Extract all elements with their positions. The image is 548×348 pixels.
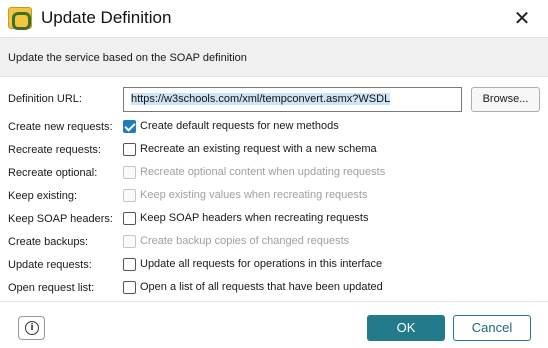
option-recreate-optional: Recreate optional content when updating … bbox=[123, 164, 385, 180]
option-text: Keep SOAP headers when recreating reques… bbox=[140, 212, 369, 224]
help-button[interactable]: i bbox=[18, 316, 45, 340]
option-create-backups: Create backup copies of changed requests bbox=[123, 233, 349, 249]
definition-url-label: Definition URL: bbox=[8, 93, 82, 105]
banner-text: Update the service based on the SOAP def… bbox=[8, 52, 247, 64]
info-icon: i bbox=[25, 321, 39, 335]
option-label-keep-soap-headers: Keep SOAP headers: bbox=[8, 213, 113, 225]
option-open-request-list[interactable]: Open a list of all requests that have be… bbox=[123, 279, 383, 295]
checkbox[interactable] bbox=[123, 211, 136, 225]
option-label-open-request-list: Open request list: bbox=[8, 282, 95, 294]
option-keep-existing: Keep existing values when recreating req… bbox=[123, 187, 367, 203]
definition-url-value: https://w3schools.com/xml/tempconvert.as… bbox=[131, 93, 391, 105]
option-recreate-requests[interactable]: Recreate an existing request with a new … bbox=[123, 141, 377, 157]
description-banner: Update the service based on the SOAP def… bbox=[0, 37, 548, 77]
soapui-logo-icon bbox=[8, 7, 32, 30]
option-keep-soap-headers[interactable]: Keep SOAP headers when recreating reques… bbox=[123, 210, 369, 226]
checkbox bbox=[123, 234, 136, 248]
option-text: Open a list of all requests that have be… bbox=[140, 281, 383, 293]
option-label-recreate: Recreate requests: bbox=[8, 144, 101, 156]
option-text: Recreate an existing request with a new … bbox=[140, 143, 377, 155]
option-label-recreate-optional: Recreate optional: bbox=[8, 167, 98, 179]
option-text: Create backup copies of changed requests bbox=[140, 235, 350, 247]
title-bar: Update Definition ✕ bbox=[0, 0, 548, 37]
option-text: Update all requests for operations in th… bbox=[140, 258, 383, 270]
option-label-create-new: Create new requests: bbox=[8, 121, 113, 133]
checkbox[interactable] bbox=[123, 142, 136, 156]
checkbox[interactable] bbox=[123, 257, 136, 271]
option-text: Create default requests for new methods bbox=[140, 120, 339, 132]
cancel-button[interactable]: Cancel bbox=[453, 315, 531, 341]
option-text: Keep existing values when recreating req… bbox=[140, 189, 368, 201]
browse-button[interactable]: Browse... bbox=[471, 87, 540, 112]
option-create-new-requests[interactable]: Create default requests for new methods bbox=[123, 118, 339, 134]
option-label-keep-existing: Keep existing: bbox=[8, 190, 78, 202]
checkbox bbox=[123, 188, 136, 202]
checkbox bbox=[123, 165, 136, 179]
ok-button[interactable]: OK bbox=[367, 315, 445, 341]
option-label-create-backups: Create backups: bbox=[8, 236, 89, 248]
option-label-update-requests: Update requests: bbox=[8, 259, 92, 271]
definition-url-input[interactable]: https://w3schools.com/xml/tempconvert.as… bbox=[123, 87, 462, 112]
close-button[interactable]: ✕ bbox=[505, 3, 539, 33]
footer-divider bbox=[0, 301, 548, 302]
option-text: Recreate optional content when updating … bbox=[140, 166, 386, 178]
checkbox[interactable] bbox=[123, 119, 136, 133]
option-update-requests[interactable]: Update all requests for operations in th… bbox=[123, 256, 382, 272]
window-title: Update Definition bbox=[41, 8, 172, 27]
checkbox[interactable] bbox=[123, 280, 136, 294]
